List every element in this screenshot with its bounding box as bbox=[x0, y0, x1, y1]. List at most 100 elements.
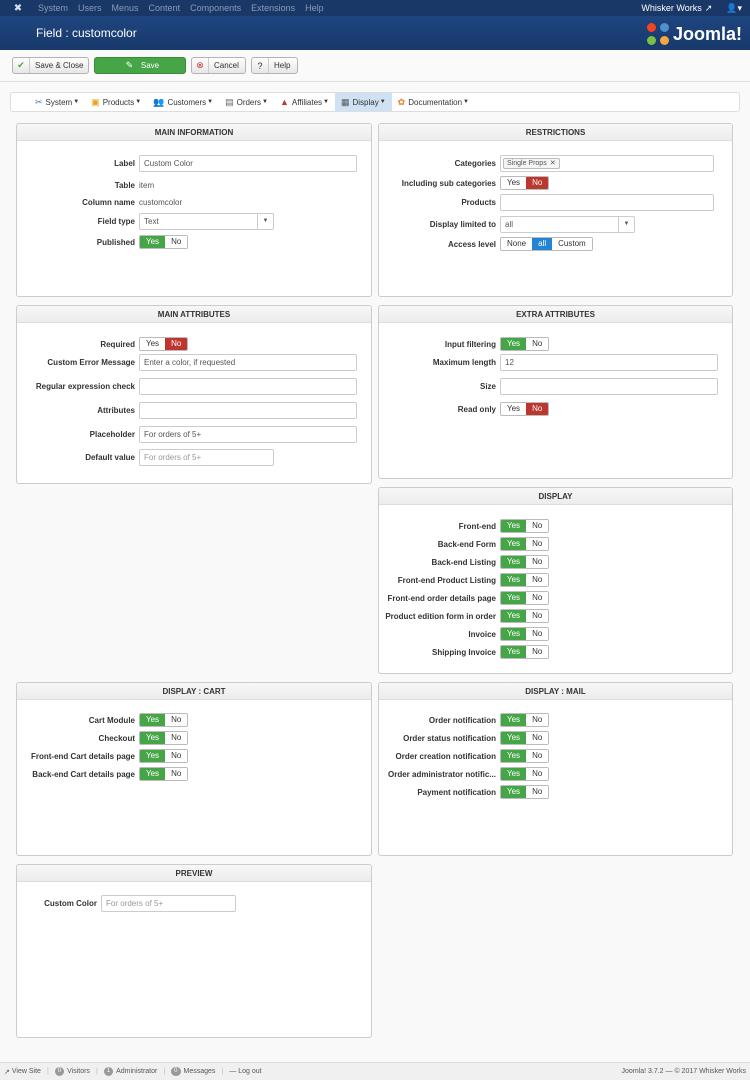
default-value-label: Default value bbox=[85, 452, 135, 462]
access-all[interactable]: all bbox=[532, 238, 553, 250]
required-toggle[interactable]: Yes No bbox=[139, 337, 189, 351]
display-toggle[interactable]: Yes No bbox=[500, 519, 550, 533]
cart-toggle[interactable]: Yes No bbox=[139, 731, 189, 745]
joomla-icon[interactable]: ✖ bbox=[8, 3, 28, 14]
status-footer: ↗ View Site | 0 Visitors | 1 Administrator … bbox=[0, 1062, 750, 1080]
menu-extensions[interactable]: Extensions bbox=[251, 3, 295, 13]
display-toggle[interactable]: Yes No bbox=[500, 627, 550, 641]
input-filtering-toggle[interactable]: Yes No bbox=[500, 337, 550, 351]
mail-toggle[interactable]: Yes No bbox=[500, 785, 550, 799]
document-icon: ▤ bbox=[225, 96, 234, 107]
published-yes[interactable]: Yes bbox=[140, 236, 166, 248]
panel-title: MAIN ATTRIBUTES bbox=[17, 306, 371, 323]
administrator-link[interactable]: 1 Administrator bbox=[103, 1067, 157, 1076]
save-button[interactable]: ✎ Save bbox=[94, 57, 186, 74]
restrictions-panel: RESTRICTIONS Categories Single Props ✕ Inc… bbox=[378, 123, 733, 297]
external-link-icon[interactable]: ↗ bbox=[705, 3, 713, 14]
display-toggle[interactable]: Yes No bbox=[500, 555, 550, 569]
logout-link[interactable]: — Log out bbox=[229, 1068, 261, 1075]
site-name-link[interactable]: Whisker Works bbox=[641, 3, 701, 13]
subcategories-no[interactable]: No bbox=[526, 177, 549, 189]
panel-title: DISPLAY bbox=[379, 488, 732, 505]
mail-toggle[interactable]: Yes No bbox=[500, 713, 550, 727]
preview-field-input[interactable]: For orders of 5+ bbox=[101, 894, 236, 912]
published-no[interactable]: No bbox=[165, 236, 188, 248]
menu-content[interactable]: Content bbox=[149, 3, 181, 13]
size-input[interactable] bbox=[500, 377, 718, 395]
user-icon[interactable]: 👤▾ bbox=[726, 3, 742, 14]
submenu-documentation[interactable]: ✿ Documentation ▼ bbox=[392, 93, 475, 111]
submenu-orders[interactable]: ▤ Orders ▼ bbox=[219, 93, 274, 111]
input-filtering-label: Input filtering bbox=[444, 339, 496, 349]
cancel-button[interactable]: ⊗ Cancel bbox=[191, 57, 246, 74]
menu-users[interactable]: Users bbox=[78, 3, 102, 13]
mail-row-label: Order status notification bbox=[403, 733, 496, 743]
filtering-no[interactable]: No bbox=[526, 338, 549, 350]
toolbar: ✔ Save & Close ✎ Save ⊗ Cancel ? Help bbox=[0, 50, 750, 82]
cart-toggle[interactable]: Yes No bbox=[139, 713, 189, 727]
display-toggle[interactable]: Yes No bbox=[500, 537, 550, 551]
submenu-customers[interactable]: 👥 Customers ▼ bbox=[147, 93, 219, 111]
submenu-display[interactable]: ▦ Display ▼ bbox=[334, 93, 392, 111]
cart-toggle[interactable]: Yes No bbox=[139, 749, 189, 763]
mail-toggle[interactable]: Yes No bbox=[500, 749, 550, 763]
save-close-button[interactable]: ✔ Save & Close bbox=[12, 57, 89, 74]
preview-field-label: Custom Color bbox=[44, 898, 97, 908]
max-length-input[interactable]: 12 bbox=[500, 353, 718, 371]
visitors-link[interactable]: 0 Visitors bbox=[54, 1067, 90, 1076]
required-yes[interactable]: Yes bbox=[140, 338, 166, 350]
cancel-icon: ⊗ bbox=[192, 58, 209, 73]
size-label: Size bbox=[479, 381, 496, 391]
regex-input[interactable] bbox=[139, 377, 357, 395]
filtering-yes[interactable]: Yes bbox=[501, 338, 527, 350]
mail-toggle[interactable]: Yes No bbox=[500, 731, 550, 745]
read-only-toggle[interactable]: Yes No bbox=[500, 402, 550, 416]
display-limited-select[interactable]: all ▼ bbox=[500, 215, 635, 233]
top-navbar: ✖ System Users Menus Content Components … bbox=[0, 0, 750, 16]
regex-label: Regular expression check bbox=[35, 381, 135, 391]
menu-help[interactable]: Help bbox=[305, 3, 324, 13]
panel-title: EXTRA ATTRIBUTES bbox=[379, 306, 732, 323]
categories-label: Categories bbox=[454, 158, 496, 168]
box-icon: ▣ bbox=[91, 96, 100, 107]
messages-badge: 0 bbox=[171, 1067, 181, 1076]
subcategories-yes[interactable]: Yes bbox=[501, 177, 527, 189]
default-value-input[interactable]: For orders of 5+ bbox=[139, 448, 274, 466]
published-toggle[interactable]: Yes No bbox=[139, 235, 189, 249]
menu-components[interactable]: Components bbox=[190, 3, 241, 13]
display-toggle[interactable]: Yes No bbox=[500, 573, 550, 587]
mail-toggle[interactable]: Yes No bbox=[500, 767, 550, 781]
subcategories-toggle[interactable]: Yes No bbox=[500, 176, 550, 190]
published-label: Published bbox=[96, 237, 135, 247]
display-toggle[interactable]: Yes No bbox=[500, 645, 550, 659]
readonly-yes[interactable]: Yes bbox=[501, 403, 527, 415]
menu-system[interactable]: System bbox=[38, 3, 68, 13]
placeholder-input[interactable]: For orders of 5+ bbox=[139, 425, 357, 443]
view-site-link[interactable]: ↗ View Site bbox=[4, 1068, 41, 1076]
category-tag: Single Props ✕ bbox=[503, 157, 560, 169]
required-no[interactable]: No bbox=[165, 338, 188, 350]
field-type-select[interactable]: Text ▼ bbox=[139, 212, 274, 230]
page-header: Field : customcolor Joomla! bbox=[0, 16, 750, 50]
access-none[interactable]: None bbox=[501, 238, 533, 250]
help-button[interactable]: ? Help bbox=[251, 57, 298, 74]
label-input[interactable]: Custom Color bbox=[139, 154, 357, 172]
categories-input[interactable]: Single Props ✕ bbox=[500, 154, 714, 172]
submenu-products[interactable]: ▣ Products ▼ bbox=[85, 93, 147, 111]
attributes-input[interactable] bbox=[139, 401, 357, 419]
display-toggle[interactable]: Yes No bbox=[500, 609, 550, 623]
error-message-input[interactable]: Enter a color, if requested bbox=[139, 353, 357, 371]
readonly-no[interactable]: No bbox=[526, 403, 549, 415]
messages-link[interactable]: 0 Messages bbox=[171, 1067, 215, 1076]
access-level-toggle[interactable]: None all Custom bbox=[500, 237, 593, 251]
edit-icon: ✎ bbox=[125, 60, 134, 70]
question-icon: ? bbox=[252, 58, 269, 73]
display-toggle[interactable]: Yes No bbox=[500, 591, 550, 605]
access-custom[interactable]: Custom bbox=[552, 238, 592, 250]
menu-menus[interactable]: Menus bbox=[112, 3, 139, 13]
close-icon[interactable]: ✕ bbox=[550, 159, 556, 167]
cart-toggle[interactable]: Yes No bbox=[139, 767, 189, 781]
submenu-affiliates[interactable]: ▲ Affiliates ▼ bbox=[274, 93, 335, 111]
submenu-system[interactable]: ✂ System ▼ bbox=[29, 93, 85, 111]
products-input[interactable] bbox=[500, 193, 714, 211]
